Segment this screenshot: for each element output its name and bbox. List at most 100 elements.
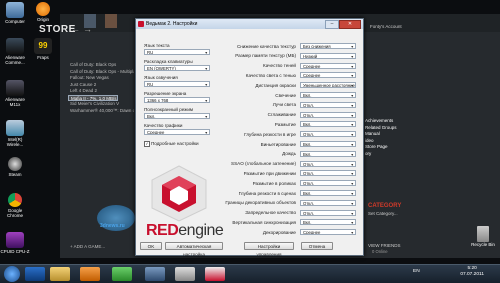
keyboard-layout-select[interactable]: EN (QWERTY) ▼	[144, 65, 210, 71]
account-label[interactable]: Fonty's Account	[370, 24, 402, 29]
list-item-selected[interactable]: Mafia II - 7%, 1.0 MB/s	[68, 94, 118, 101]
explorer-icon[interactable]	[50, 267, 70, 281]
origin-icon[interactable]: Origin	[28, 2, 58, 22]
chevron-down-icon: ▼	[350, 192, 354, 196]
advanced-setting-label: Качество теней	[263, 63, 296, 69]
chevron-down-icon: ▼	[204, 51, 208, 55]
advanced-setting-select[interactable]: Среднее ▼	[300, 229, 356, 236]
advanced-setting-select[interactable]: Откл. ▼	[300, 180, 356, 187]
alienware-command-icon[interactable]: Alienware Comme...	[0, 38, 30, 65]
text-language-select[interactable]: RU ▼	[144, 49, 210, 55]
close-button[interactable]: ✕	[339, 20, 361, 29]
advanced-setting-select[interactable]: Откл. ▼	[300, 199, 356, 206]
advanced-setting-label: Размер памяти текстур (МБ)	[235, 53, 296, 59]
advanced-setting-select[interactable]: Вкл. ▼	[300, 219, 356, 226]
list-item[interactable]: Warhammer® 40,000™: Dawn of War	[68, 108, 134, 115]
chevron-down-icon: ▼	[350, 182, 354, 187]
advanced-setting-select[interactable]: Откл. ▼	[300, 131, 356, 138]
chevron-down-icon: ▼	[350, 54, 354, 59]
start-button[interactable]	[4, 266, 20, 282]
resolution-label: Разрешение экрана	[144, 91, 187, 96]
advanced-setting-select[interactable]: Вкл. ▼	[300, 92, 356, 98]
advanced-setting-select[interactable]: Откл. ▼	[300, 209, 356, 216]
friends-online: 0 Online	[372, 249, 388, 254]
chevron-down-icon: ▼	[350, 201, 354, 206]
forward-arrow-icon[interactable]: →	[83, 24, 92, 34]
advanced-setting-select[interactable]: Вкл. ▼	[300, 141, 356, 147]
auto-configure-button[interactable]: Автоматическая настройка	[165, 242, 223, 257]
minimize-button[interactable]: –	[325, 20, 339, 29]
advanced-setting-label: Запредельное качество	[245, 210, 296, 216]
graphics-quality-select[interactable]: Среднее ▼	[144, 129, 210, 135]
alienware-m11x-icon[interactable]: Alienware M11x	[0, 80, 30, 107]
intel-wireless-icon[interactable]: Intel(R) Wirele...	[0, 120, 30, 147]
advanced-setting-select[interactable]: Среднее ▼	[300, 72, 356, 79]
link-history[interactable]: ory	[365, 151, 415, 158]
resolution-select[interactable]: 1366 x 768 ▼	[144, 97, 210, 103]
chevron-down-icon: ▼	[350, 103, 354, 108]
game-thumbnail	[105, 14, 117, 28]
settings-dialog: Ведьмак 2. Настройки – ✕ Язык текста RU ▼…	[135, 18, 364, 257]
advanced-setting-select[interactable]: Низкий ▼	[300, 52, 356, 59]
computer-icon[interactable]: Computer	[0, 2, 30, 24]
taskbar	[0, 264, 500, 283]
steam-taskbar-icon[interactable]	[145, 267, 165, 281]
redengine-logo-text: REDengine	[146, 222, 224, 239]
advanced-setting-label: Качество света с тенью	[245, 72, 296, 78]
chevron-down-icon: ▼	[204, 115, 208, 119]
chevron-down-icon: ▼	[350, 45, 354, 49]
advanced-setting-select[interactable]: Откл. ▼	[300, 170, 356, 177]
advanced-setting-label: Глубина резкости в игре	[244, 131, 296, 137]
cpuz-icon[interactable]: CPUID CPU-Z	[0, 232, 30, 254]
ie-icon[interactable]	[25, 267, 45, 281]
witcher-taskbar-icon[interactable]	[175, 267, 195, 281]
redengine-cube-icon	[151, 165, 207, 222]
advanced-setting-select[interactable]: Среднее ▼	[300, 62, 356, 69]
advanced-setting-select[interactable]: Откл. ▼	[300, 101, 356, 108]
add-game-button[interactable]: + ADD A GAME...	[70, 244, 105, 249]
chevron-down-icon: ▼	[350, 94, 354, 98]
advanced-setting-select[interactable]: Без снижения ▼	[300, 43, 356, 49]
media-player-icon[interactable]	[80, 267, 100, 281]
chrome-taskbar-icon[interactable]	[112, 267, 132, 281]
chevron-down-icon: ▼	[204, 67, 208, 71]
graphics-quality-label: Качество графики	[144, 123, 183, 128]
fraps-icon[interactable]: 99 Fraps	[28, 38, 58, 60]
advanced-setting-label: Размытие в роликах	[252, 180, 296, 186]
chevron-down-icon: ▼	[350, 133, 354, 138]
advanced-setting-label: SSAO (глобальное затенение)	[231, 161, 296, 167]
advanced-setting-select[interactable]: Вкл. ▼	[300, 121, 356, 128]
detailed-settings-checkbox[interactable]: ✓	[144, 141, 150, 147]
advanced-setting-label: Снижение качества текстур	[236, 43, 296, 49]
chevron-down-icon: ▼	[350, 162, 354, 167]
advanced-setting-label: Вертикальная синхронизация	[232, 219, 296, 225]
game-links: Achievements Related Groups Manual ideo …	[365, 118, 415, 157]
chevron-down-icon: ▼	[204, 99, 208, 103]
advanced-setting-label: Размытие	[274, 121, 296, 127]
advanced-setting-label: Дождь	[282, 151, 296, 157]
recycle-bin-icon[interactable]: Recycle Bin	[468, 226, 498, 247]
advanced-setting-label: Свечение	[275, 92, 296, 98]
advanced-setting-select[interactable]: Откл. ▼	[300, 160, 356, 167]
advanced-setting-select[interactable]: Откл. ▼	[300, 111, 356, 118]
clock[interactable]: 5:20 07.07.2011	[460, 266, 484, 278]
cancel-button[interactable]: Отмена	[301, 242, 333, 250]
advanced-setting-select[interactable]: Вкл. ▼	[300, 190, 356, 196]
advanced-setting-select[interactable]: Уменьшенное расстояние ▼	[300, 82, 356, 89]
category-heading: CATEGORY	[368, 203, 402, 209]
steam-icon[interactable]: Steam	[0, 157, 30, 177]
advanced-setting-select[interactable]: Вкл. ▼	[300, 150, 356, 157]
detailed-settings-label: Подробные настройки	[151, 141, 199, 146]
set-category-link[interactable]: Set Category...	[368, 211, 398, 216]
advanced-setting-label: Декорирование	[262, 229, 296, 235]
view-friends-button[interactable]: VIEW FRIENDS	[368, 243, 401, 248]
text-language-label: Язык текста	[144, 43, 170, 48]
fullscreen-select[interactable]: Вкл. ▼	[144, 113, 210, 119]
language-indicator[interactable]: EN	[413, 269, 420, 274]
voice-language-select[interactable]: RU ▼	[144, 81, 210, 87]
control-settings-button[interactable]: Настройки управления	[244, 242, 294, 257]
chrome-icon[interactable]: Google Chrome	[0, 193, 30, 218]
store-tab[interactable]: STORE	[39, 24, 76, 35]
ok-button[interactable]: OK	[140, 242, 162, 250]
redengine-taskbar-icon[interactable]	[205, 267, 225, 281]
